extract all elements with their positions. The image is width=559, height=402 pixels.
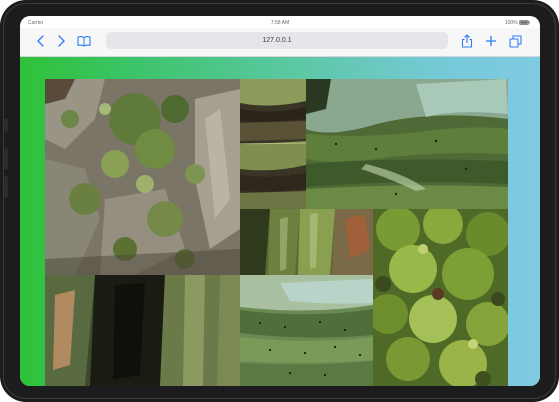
status-bar: Carrier 7:58 AM 100% xyxy=(20,16,540,28)
tabs-button[interactable] xyxy=(506,32,524,50)
mute-switch xyxy=(4,118,8,132)
browser-toolbar: 127.0.0.1 xyxy=(20,28,540,56)
share-button[interactable] xyxy=(458,32,476,50)
battery-indicator: 100% xyxy=(505,20,530,26)
chevron-right-icon xyxy=(58,35,65,47)
new-tab-button[interactable] xyxy=(482,32,500,50)
plus-icon xyxy=(486,36,496,46)
book-icon xyxy=(77,36,91,47)
gallery-image-pale-green-bark[interactable] xyxy=(240,275,373,386)
tablet-frame: Carrier 7:58 AM 100% 127.0.0.1 xyxy=(0,0,559,402)
tabs-icon xyxy=(508,34,522,48)
gallery-image-mossy-wood[interactable] xyxy=(240,209,373,275)
address-bar[interactable]: 127.0.0.1 xyxy=(106,32,448,49)
gallery-image-dark-tree-hollow[interactable] xyxy=(45,275,240,386)
chevron-left-icon xyxy=(37,35,44,47)
screen: Carrier 7:58 AM 100% 127.0.0.1 xyxy=(20,16,540,386)
volume-down-button xyxy=(4,176,8,198)
bookmarks-button[interactable] xyxy=(75,32,93,50)
gallery-image-green-bark[interactable] xyxy=(306,79,508,209)
address-text: 127.0.0.1 xyxy=(262,37,292,44)
battery-label: 100% xyxy=(504,20,518,26)
gallery-image-lichen-bark[interactable] xyxy=(45,79,240,275)
status-time: 7:58 AM xyxy=(270,20,290,26)
web-page xyxy=(20,57,540,386)
gallery-image-moss-clump[interactable] xyxy=(373,209,508,386)
gallery-image-bark-strips[interactable] xyxy=(240,79,306,209)
image-gallery xyxy=(45,79,508,386)
volume-up-button xyxy=(4,148,8,170)
battery-icon xyxy=(519,20,530,26)
share-icon xyxy=(461,34,473,48)
back-button[interactable] xyxy=(32,32,50,50)
forward-button[interactable] xyxy=(52,32,70,50)
